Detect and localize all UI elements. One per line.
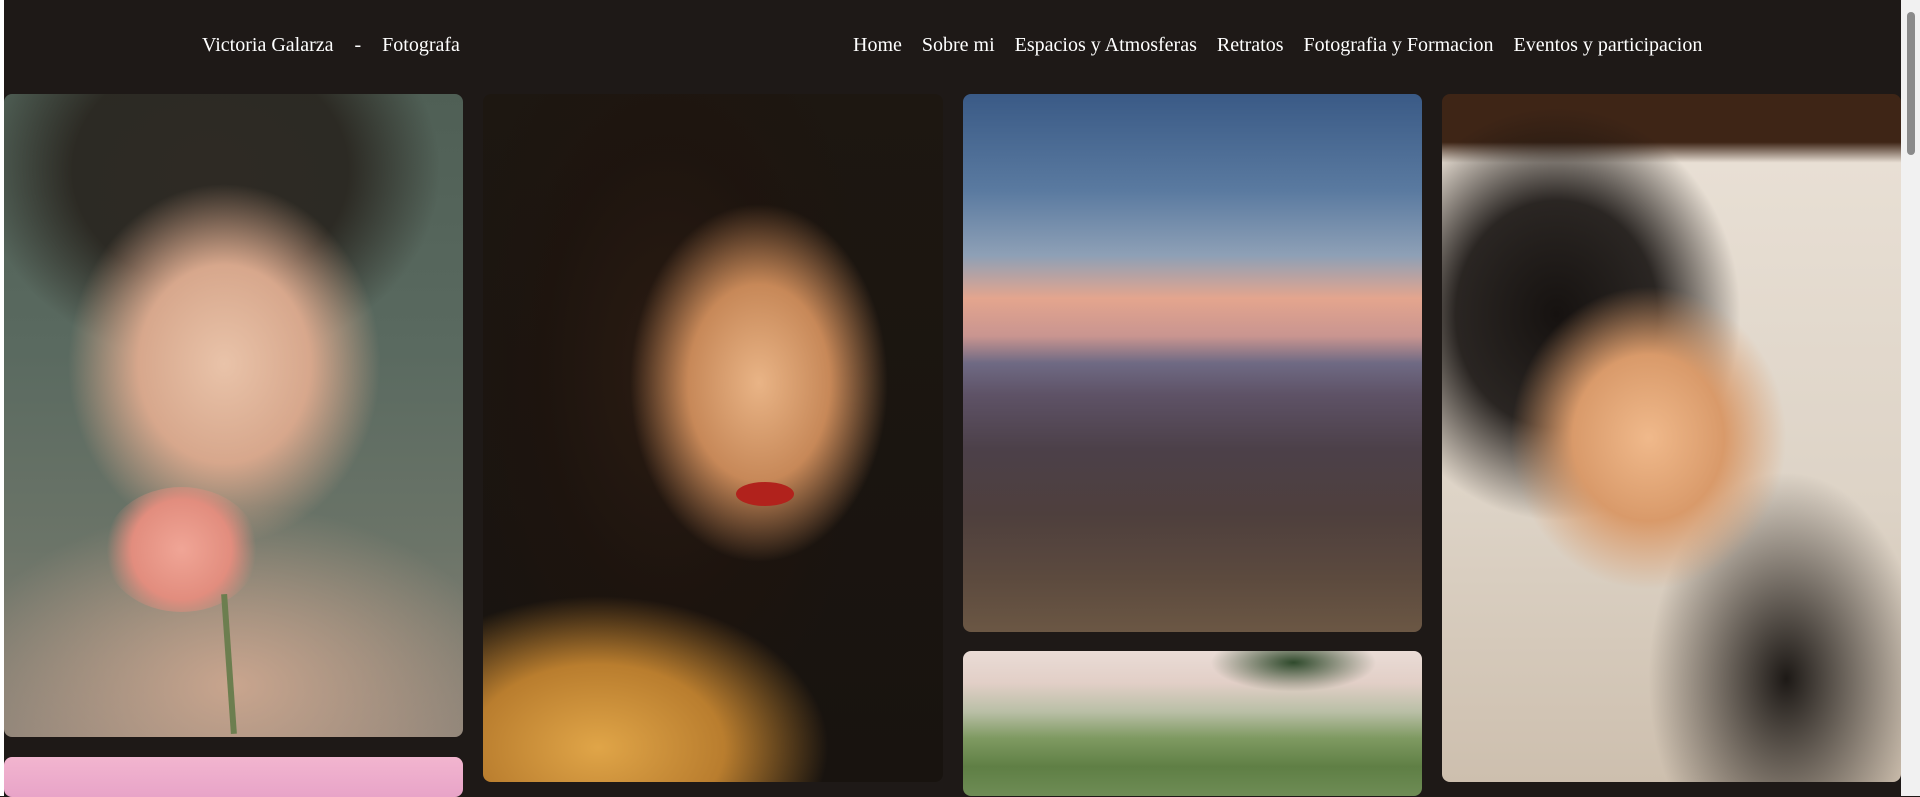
brand[interactable]: Victoria Galarza - Fotografa xyxy=(202,33,460,57)
scrollbar-thumb[interactable] xyxy=(1907,12,1915,155)
brand-separator: - xyxy=(354,34,362,56)
nav-espacios-y-atmosferas[interactable]: Espacios y Atmosferas xyxy=(1015,33,1197,57)
nav-sobre-mi[interactable]: Sobre mi xyxy=(922,33,995,57)
brand-name: Victoria Galarza xyxy=(202,34,334,56)
carnation-flower xyxy=(104,487,259,612)
vertical-scrollbar[interactable] xyxy=(1901,0,1920,796)
gallery-photo-garden-field[interactable] xyxy=(963,651,1422,796)
gallery-photo-woman-with-carnation[interactable] xyxy=(4,94,463,737)
site-header: Victoria Galarza - Fotografa Home Sobre … xyxy=(4,0,1901,92)
red-lips xyxy=(736,482,794,506)
nav-home[interactable]: Home xyxy=(853,33,902,57)
nav-fotografia-y-formacion[interactable]: Fotografia y Formacion xyxy=(1304,33,1494,57)
brand-role: Fotografa xyxy=(382,34,460,56)
flower-stem xyxy=(221,593,237,735)
gallery-photo-woman-on-bed[interactable] xyxy=(1442,94,1901,782)
gallery-photo-portrait-red-lips[interactable] xyxy=(483,94,943,782)
gallery-photo-pink[interactable] xyxy=(4,757,463,797)
nav-eventos-y-participacion[interactable]: Eventos y participacion xyxy=(1513,33,1702,57)
nav-retratos[interactable]: Retratos xyxy=(1217,33,1284,57)
gallery-photo-desert-sunset-landscape[interactable] xyxy=(963,94,1422,632)
main-nav: Home Sobre mi Espacios y Atmosferas Retr… xyxy=(853,33,1702,57)
